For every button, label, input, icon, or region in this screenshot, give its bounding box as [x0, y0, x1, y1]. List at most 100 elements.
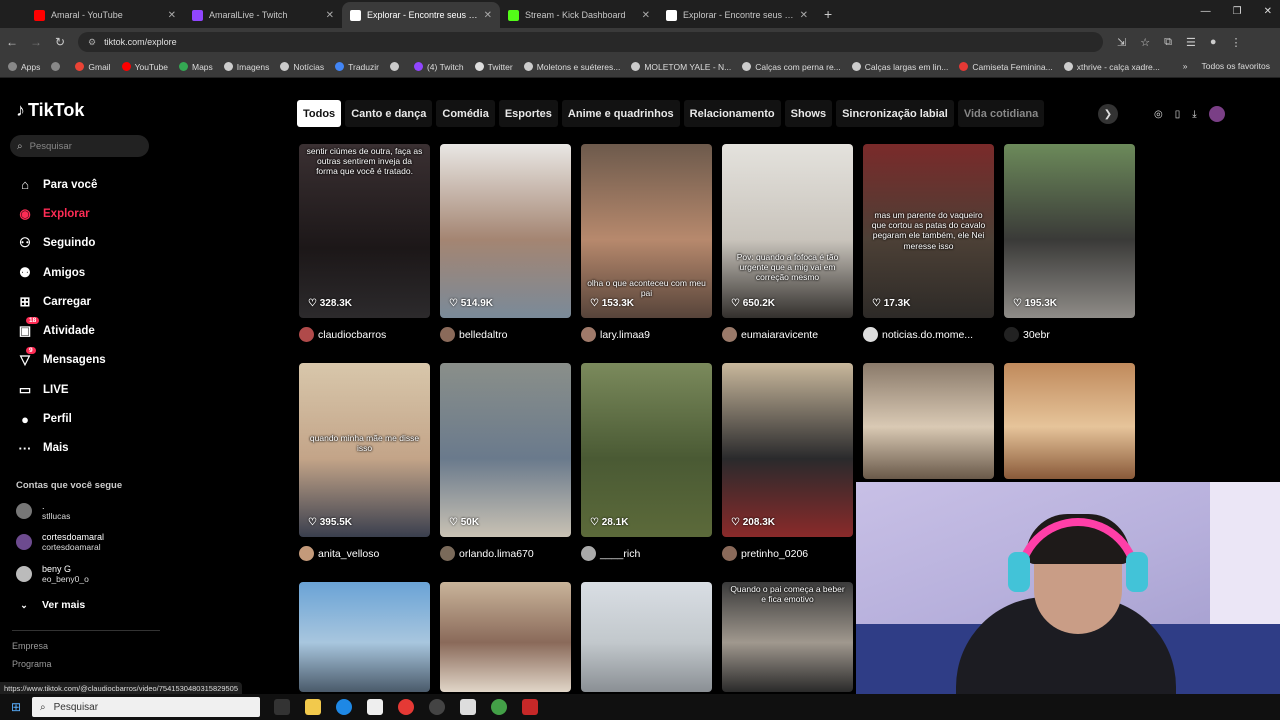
forward-icon[interactable]: →	[24, 35, 48, 49]
browser-tab[interactable]: Explorar - Encontre seus vídeos ✕	[342, 2, 500, 28]
video-thumbnail[interactable]: Pov: quando a fofoca é tão urgente que a…	[722, 144, 853, 318]
followed-account[interactable]: . stllucas	[16, 501, 70, 521]
category-tab[interactable]: Canto e dança	[345, 100, 433, 127]
sidebar-item-seguindo[interactable]: ⚇ Seguindo	[16, 229, 166, 258]
kebab-menu-icon[interactable]: ⋮	[1230, 36, 1241, 49]
bookmark-item[interactable]: Imagens	[223, 62, 269, 72]
video-thumbnail[interactable]	[299, 582, 430, 692]
bookmark-item[interactable]: Apps	[8, 62, 40, 72]
bookmark-item[interactable]: xthrive - calça xadre...	[1063, 62, 1160, 72]
video-card[interactable]: quando minha mãe me disse isso ♡ 395.5K an…	[299, 363, 430, 561]
user-avatar[interactable]	[1208, 106, 1225, 122]
video-card[interactable]: ♡ 195.3K 30ebr	[1004, 144, 1135, 342]
tab-close-icon[interactable]: ✕	[168, 10, 176, 21]
bookmark-item[interactable]	[51, 62, 64, 71]
video-card[interactable]: ♡ 208.3K pretinho_0206	[722, 363, 853, 561]
category-tab[interactable]: Vida cotidiana	[957, 100, 1045, 127]
close-window-icon[interactable]: ✕	[1264, 6, 1272, 17]
video-card[interactable]: mas um parente do vaqueiro que cortou as…	[863, 144, 994, 342]
video-card[interactable]	[440, 582, 571, 692]
menu-icon[interactable]: ☰	[1186, 36, 1196, 49]
video-author[interactable]: 30ebr	[1004, 327, 1135, 342]
sidebar-item-perfil[interactable]: ● Perfil	[16, 404, 166, 433]
minimize-icon[interactable]: —	[1201, 6, 1211, 17]
category-next-button[interactable]: ❯	[1098, 104, 1118, 124]
bookmark-item[interactable]: Camiseta Feminina...	[959, 62, 1053, 72]
video-card[interactable]: Quando o pai começa a beber e fica emoti…	[722, 582, 853, 692]
extensions-icon[interactable]: ⧉	[1164, 36, 1172, 49]
app-icon[interactable]	[460, 699, 476, 715]
video-card[interactable]	[299, 582, 430, 692]
site-info-icon[interactable]: ⚙	[88, 37, 96, 48]
category-tab[interactable]: Relacionamento	[683, 100, 781, 127]
category-tab[interactable]: Comédia	[436, 100, 495, 127]
opera-icon[interactable]	[398, 699, 414, 715]
video-thumbnail[interactable]: ♡ 195.3K	[1004, 144, 1135, 318]
browser-tab[interactable]: Amaral - YouTube ✕	[26, 2, 184, 28]
bookmark-item[interactable]: (4) Twitch	[413, 62, 464, 72]
category-tab[interactable]: Todos	[297, 100, 342, 127]
category-tab[interactable]: Shows	[784, 100, 833, 127]
obs-icon[interactable]	[429, 699, 445, 715]
video-thumbnail[interactable]: olha o que aconteceu com meu pai ♡ 153.3K	[581, 144, 712, 318]
bookmark-item[interactable]: Traduzir	[335, 62, 379, 72]
video-author[interactable]: lary.limaa9	[581, 327, 712, 342]
video-card[interactable]: ♡ 514.9K belledaltro	[440, 144, 571, 342]
edge-icon[interactable]	[336, 699, 352, 715]
bookmarks-overflow-button[interactable]: »	[1183, 61, 1188, 71]
video-author[interactable]: belledaltro	[440, 327, 571, 342]
browser-tab[interactable]: Stream - Kick Dashboard ✕	[500, 2, 658, 28]
followed-account[interactable]: cortesdoamaral cortesdoamaral	[16, 532, 104, 552]
sidebar-item-live[interactable]: ▭ LIVE	[16, 375, 166, 404]
bookmark-item[interactable]: Calças largas em lin...	[851, 62, 948, 72]
download-icon[interactable]: ⤓	[1192, 109, 1196, 120]
bookmark-item[interactable]: Calças com perna re...	[742, 62, 841, 72]
bookmark-item[interactable]: Notícias	[280, 62, 324, 72]
browser-tab[interactable]: Explorar - Encontre seus vídeos ✕	[658, 2, 816, 28]
install-icon[interactable]: ⇲	[1117, 36, 1126, 49]
bookmark-item[interactable]: MOLETOM YALE - N...	[631, 62, 731, 72]
tab-close-icon[interactable]: ✕	[484, 10, 492, 21]
search-input[interactable]: ⌕ Pesquisar	[10, 135, 149, 157]
sidebar-item-amigos[interactable]: ⚉ Amigos	[16, 258, 166, 287]
video-thumbnail[interactable]	[581, 582, 712, 692]
video-author[interactable]: ____rich	[581, 546, 712, 561]
sidebar-item-atividade[interactable]: ▣ 18 Atividade	[16, 316, 166, 345]
back-icon[interactable]: ←	[0, 35, 24, 49]
sidebar-item-explorar[interactable]: ◉ Explorar	[16, 199, 166, 228]
video-thumbnail[interactable]: ♡ 50K	[440, 363, 571, 537]
bookmark-item[interactable]: Gmail	[75, 62, 111, 72]
bookmark-item[interactable]: YouTube	[121, 62, 168, 72]
reload-icon[interactable]: ↻	[48, 35, 72, 49]
video-card[interactable]: olha o que aconteceu com meu pai ♡ 153.3K…	[581, 144, 712, 342]
profile-avatar-icon[interactable]: ●	[1210, 36, 1217, 49]
all-bookmarks-button[interactable]: Todos os favoritos	[1201, 61, 1270, 71]
video-thumbnail[interactable]	[863, 363, 994, 479]
phone-icon[interactable]: ▯	[1175, 109, 1181, 120]
video-thumbnail[interactable]: ♡ 514.9K	[440, 144, 571, 318]
chrome-icon[interactable]	[491, 699, 507, 715]
sidebar-item-mensagens[interactable]: ▽ 9 Mensagens	[16, 346, 166, 375]
windows-start-icon[interactable]: ⊞	[0, 700, 32, 714]
task-view-icon[interactable]	[274, 699, 290, 715]
sidebar-item-para-voc-[interactable]: ⌂ Para você	[16, 170, 166, 199]
video-card[interactable]: ♡ 50K orlando.lima670	[440, 363, 571, 561]
video-card[interactable]: Pov: quando a fofoca é tão urgente que a…	[722, 144, 853, 342]
video-author[interactable]: pretinho_0206	[722, 546, 853, 561]
category-tab[interactable]: Esportes	[498, 100, 558, 127]
video-thumbnail[interactable]: quando minha mãe me disse isso ♡ 395.5K	[299, 363, 430, 537]
video-thumbnail[interactable]: ♡ 28.1K	[581, 363, 712, 537]
video-thumbnail[interactable]: ♡ 208.3K	[722, 363, 853, 537]
video-thumbnail[interactable]: sentir ciúmes de outra, faça as outras s…	[299, 144, 430, 318]
notepad-icon[interactable]	[367, 699, 383, 715]
video-author[interactable]: orlando.lima670	[440, 546, 571, 561]
sidebar-item-carregar[interactable]: ⊞ Carregar	[16, 287, 166, 316]
video-thumbnail[interactable]: mas um parente do vaqueiro que cortou as…	[863, 144, 994, 318]
file-explorer-icon[interactable]	[305, 699, 321, 715]
tab-close-icon[interactable]: ✕	[326, 10, 334, 21]
tiktok-logo[interactable]: ♪ TikTok	[16, 100, 84, 121]
url-field[interactable]: ⚙ tiktok.com/explore	[78, 32, 1103, 52]
video-author[interactable]: anita_velloso	[299, 546, 430, 561]
video-card[interactable]: ♡ 28.1K ____rich	[581, 363, 712, 561]
video-author[interactable]: claudiocbarros	[299, 327, 430, 342]
